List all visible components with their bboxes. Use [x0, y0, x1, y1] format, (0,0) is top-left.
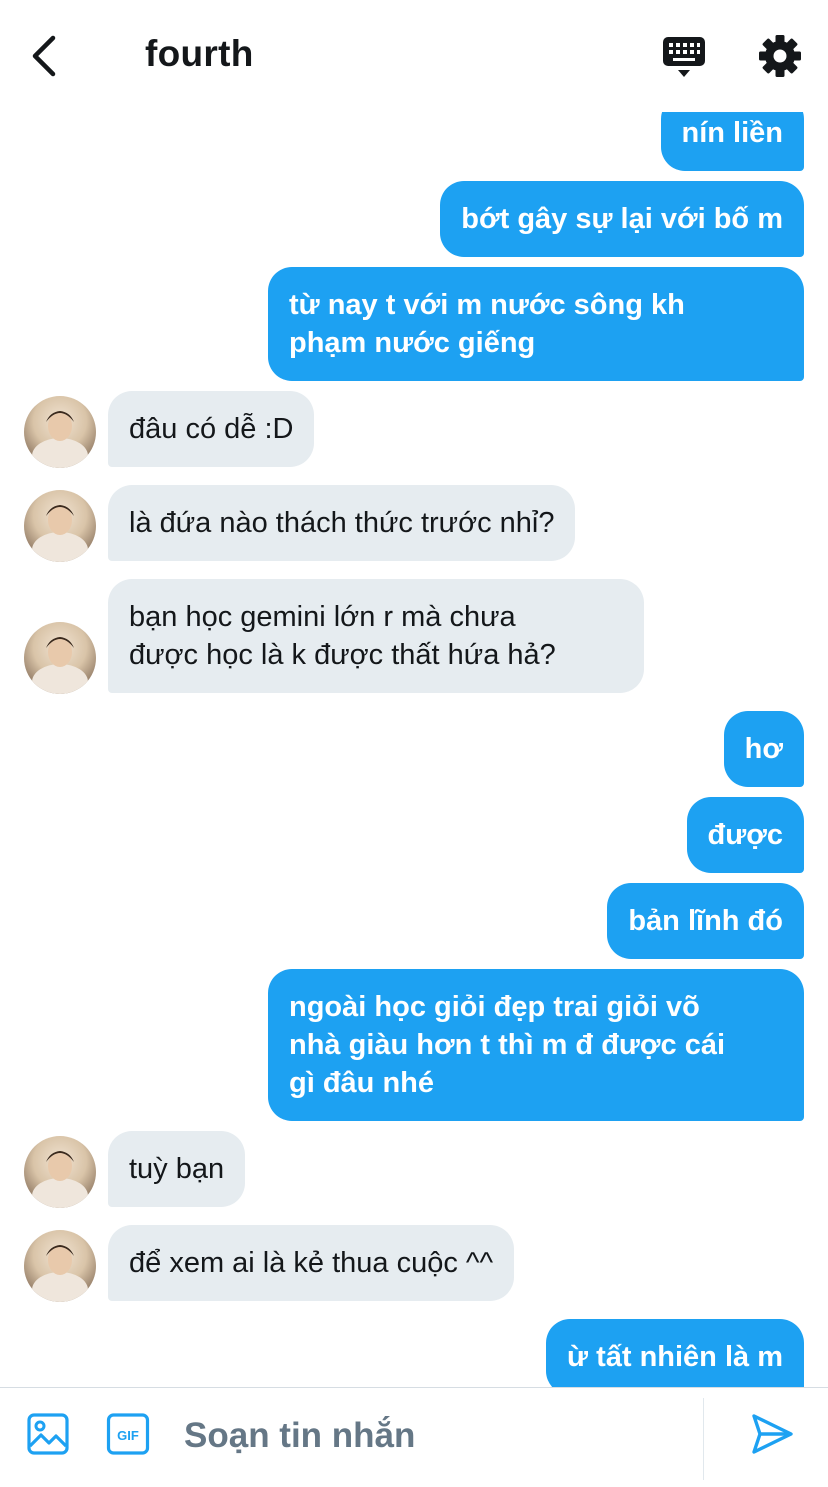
conversation-header: fourth [0, 0, 828, 112]
message-bubble-incoming[interactable]: để xem ai là kẻ thua cuộc ^^ [108, 1225, 515, 1301]
message-bubble-incoming[interactable]: đâu có dễ :D [108, 391, 315, 467]
message-bubble-outgoing[interactable]: được [686, 797, 804, 873]
message-bubble-outgoing[interactable]: ngoài học giỏi đẹp trai giỏi võ nhà giàu… [268, 969, 804, 1121]
gear-icon [759, 35, 801, 77]
compose-message-input[interactable] [184, 1410, 684, 1462]
message-bubble-incoming[interactable]: bạn học gemini lớn r mà chưa được học là… [108, 579, 644, 693]
message-thread[interactable]: nín liền bớt gây sự lại với bố m từ nay … [0, 0, 828, 1387]
settings-button[interactable] [756, 32, 804, 80]
svg-text:GIF: GIF [117, 1428, 139, 1443]
avatar[interactable] [24, 622, 96, 694]
keyboard-icon [663, 37, 705, 77]
chevron-left-icon [32, 35, 56, 77]
message-bubble-outgoing[interactable]: bản lĩnh đó [607, 883, 804, 959]
send-button[interactable] [748, 1410, 796, 1458]
back-button[interactable] [22, 30, 66, 82]
dm-conversation-screen: nín liền bớt gây sự lại với bố m từ nay … [0, 0, 828, 1487]
avatar[interactable] [24, 1136, 96, 1208]
message-bubble-outgoing[interactable]: bớt gây sự lại với bố m [440, 181, 804, 257]
avatar[interactable] [24, 1230, 96, 1302]
avatar[interactable] [24, 490, 96, 562]
message-bubble-incoming[interactable]: là đứa nào thách thức trước nhỉ? [108, 485, 576, 561]
message-bubble-outgoing[interactable]: hơ [723, 711, 804, 787]
send-icon [752, 1414, 793, 1454]
image-icon [27, 1413, 69, 1455]
keyboard-toggle-button[interactable] [660, 34, 708, 80]
message-composer: GIF [0, 1387, 828, 1487]
message-bubble-incoming[interactable]: tuỳ bạn [108, 1131, 246, 1207]
avatar[interactable] [24, 396, 96, 468]
message-bubble-outgoing[interactable]: ừ tất nhiên là m [546, 1319, 804, 1387]
gif-icon: GIF [106, 1413, 150, 1455]
conversation-title[interactable]: fourth [145, 33, 254, 75]
add-image-button[interactable] [26, 1412, 70, 1456]
composer-divider [703, 1398, 704, 1480]
message-bubble-outgoing[interactable]: từ nay t với m nước sông kh phạm nước gi… [268, 267, 804, 381]
add-gif-button[interactable]: GIF [106, 1412, 150, 1456]
